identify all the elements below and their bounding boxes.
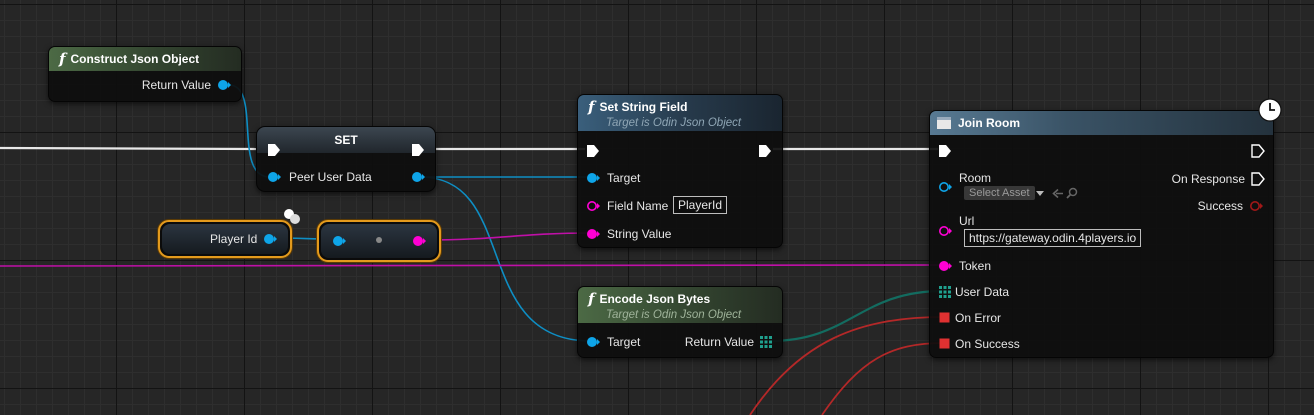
set-peer-user-data-node[interactable]: SET Peer User Data — [256, 126, 436, 192]
token-label: Token — [959, 259, 992, 273]
player-id-label: Player Id — [210, 232, 258, 246]
join-room-node[interactable]: Join Room Room Select Asset Url https://… — [929, 110, 1274, 358]
exec-out-pin[interactable] — [411, 143, 425, 157]
url-label: Url — [959, 214, 975, 228]
on-response-exec-pin[interactable] — [1251, 172, 1265, 186]
return-value-label: Return Value — [141, 78, 211, 92]
room-label: Room — [959, 171, 992, 185]
node-header: f Construct Json Object — [49, 47, 241, 71]
on-success-delegate-pin[interactable] — [939, 338, 951, 350]
url-input[interactable]: https://gateway.odin.4players.io — [964, 229, 1142, 247]
node-header: SET — [257, 127, 435, 153]
encode-json-bytes-node[interactable]: f Encode Json Bytes Target is Odin Json … — [577, 286, 783, 358]
string-value-pin[interactable] — [586, 228, 600, 240]
conversion-in-pin[interactable] — [332, 235, 346, 247]
function-f-icon: f — [588, 97, 595, 116]
delegate-wire-onsuccess[interactable] — [821, 342, 945, 415]
combo-chevron-down-icon[interactable] — [1035, 190, 1045, 198]
room-asset-select[interactable]: Select Asset — [964, 186, 1035, 200]
node-subtitle: Target is Odin Json Object — [606, 116, 742, 129]
clock-icon — [1258, 98, 1282, 122]
exec-in-pin[interactable] — [586, 144, 600, 158]
target-pin[interactable] — [586, 336, 600, 348]
use-selected-arrow-icon[interactable] — [1052, 188, 1064, 199]
node-title: SET — [334, 133, 358, 147]
pure-node-bubble-icon — [284, 209, 300, 224]
construct-json-object-node[interactable]: f Construct Json Object Return Value — [48, 46, 242, 102]
url-pin[interactable] — [938, 225, 952, 237]
on-error-delegate-pin[interactable] — [939, 312, 951, 324]
object-wire-set-to-encode-target[interactable] — [419, 176, 592, 342]
node-subtitle: Target is Odin Json Object — [606, 308, 742, 321]
exec-out-pin[interactable] — [758, 144, 772, 158]
return-value-label: Return Value — [684, 335, 754, 349]
room-pin[interactable] — [938, 181, 952, 193]
target-pin[interactable] — [586, 172, 600, 184]
conversion-out-pin[interactable] — [412, 235, 426, 247]
target-label: Target — [607, 335, 641, 349]
return-value-pin[interactable] — [217, 79, 231, 91]
peer-user-data-label: Peer User Data — [289, 170, 372, 184]
event-node-icon — [937, 117, 951, 129]
node-title: Encode Json Bytes — [599, 291, 711, 306]
string-wire-token[interactable] — [0, 264, 946, 267]
user-data-label: User Data — [955, 285, 1010, 299]
player-id-out-pin[interactable] — [263, 233, 277, 245]
string-wire-convert-to-stringvalue[interactable] — [422, 232, 592, 241]
node-header: f Set String Field Target is Odin Json O… — [578, 95, 782, 131]
conversion-dot-icon — [376, 237, 382, 243]
to-string-conversion-node[interactable] — [317, 220, 441, 262]
exec-out-pin[interactable] — [1251, 144, 1265, 158]
string-value-label: String Value — [607, 227, 672, 241]
node-title: Join Room — [958, 116, 1020, 130]
peer-user-data-out-pin[interactable] — [411, 171, 425, 183]
array-grid-icon[interactable] — [760, 336, 772, 348]
success-bool-pin[interactable] — [1249, 200, 1263, 212]
bytes-wire-encode-to-userdata[interactable] — [769, 289, 944, 343]
success-label: Success — [1197, 199, 1243, 213]
exec-in-pin[interactable] — [938, 144, 952, 158]
node-header: f Encode Json Bytes Target is Odin Json … — [578, 287, 782, 323]
exec-wire-in[interactable] — [0, 146, 257, 151]
set-string-field-node[interactable]: f Set String Field Target is Odin Json O… — [577, 94, 783, 248]
field-name-label: Field Name — [607, 199, 669, 213]
node-header: Join Room — [930, 111, 1273, 135]
peer-user-data-in-pin[interactable] — [267, 171, 281, 183]
token-pin[interactable] — [938, 260, 952, 272]
function-f-icon: f — [59, 50, 66, 68]
field-name-input[interactable]: PlayerId — [673, 196, 728, 214]
exec-in-pin[interactable] — [267, 143, 281, 157]
function-f-icon: f — [588, 289, 595, 308]
field-name-pin[interactable] — [586, 200, 600, 212]
target-label: Target — [607, 171, 641, 185]
on-success-label: On Success — [955, 337, 1020, 351]
node-title: Construct Json Object — [70, 52, 200, 66]
on-error-label: On Error — [955, 311, 1002, 325]
node-title: Set String Field — [599, 99, 688, 114]
user-data-array-pin[interactable] — [939, 286, 951, 298]
on-response-label: On Response — [1171, 172, 1245, 186]
player-id-variable-node[interactable]: Player Id — [158, 220, 292, 258]
browse-search-icon[interactable] — [1066, 187, 1078, 199]
